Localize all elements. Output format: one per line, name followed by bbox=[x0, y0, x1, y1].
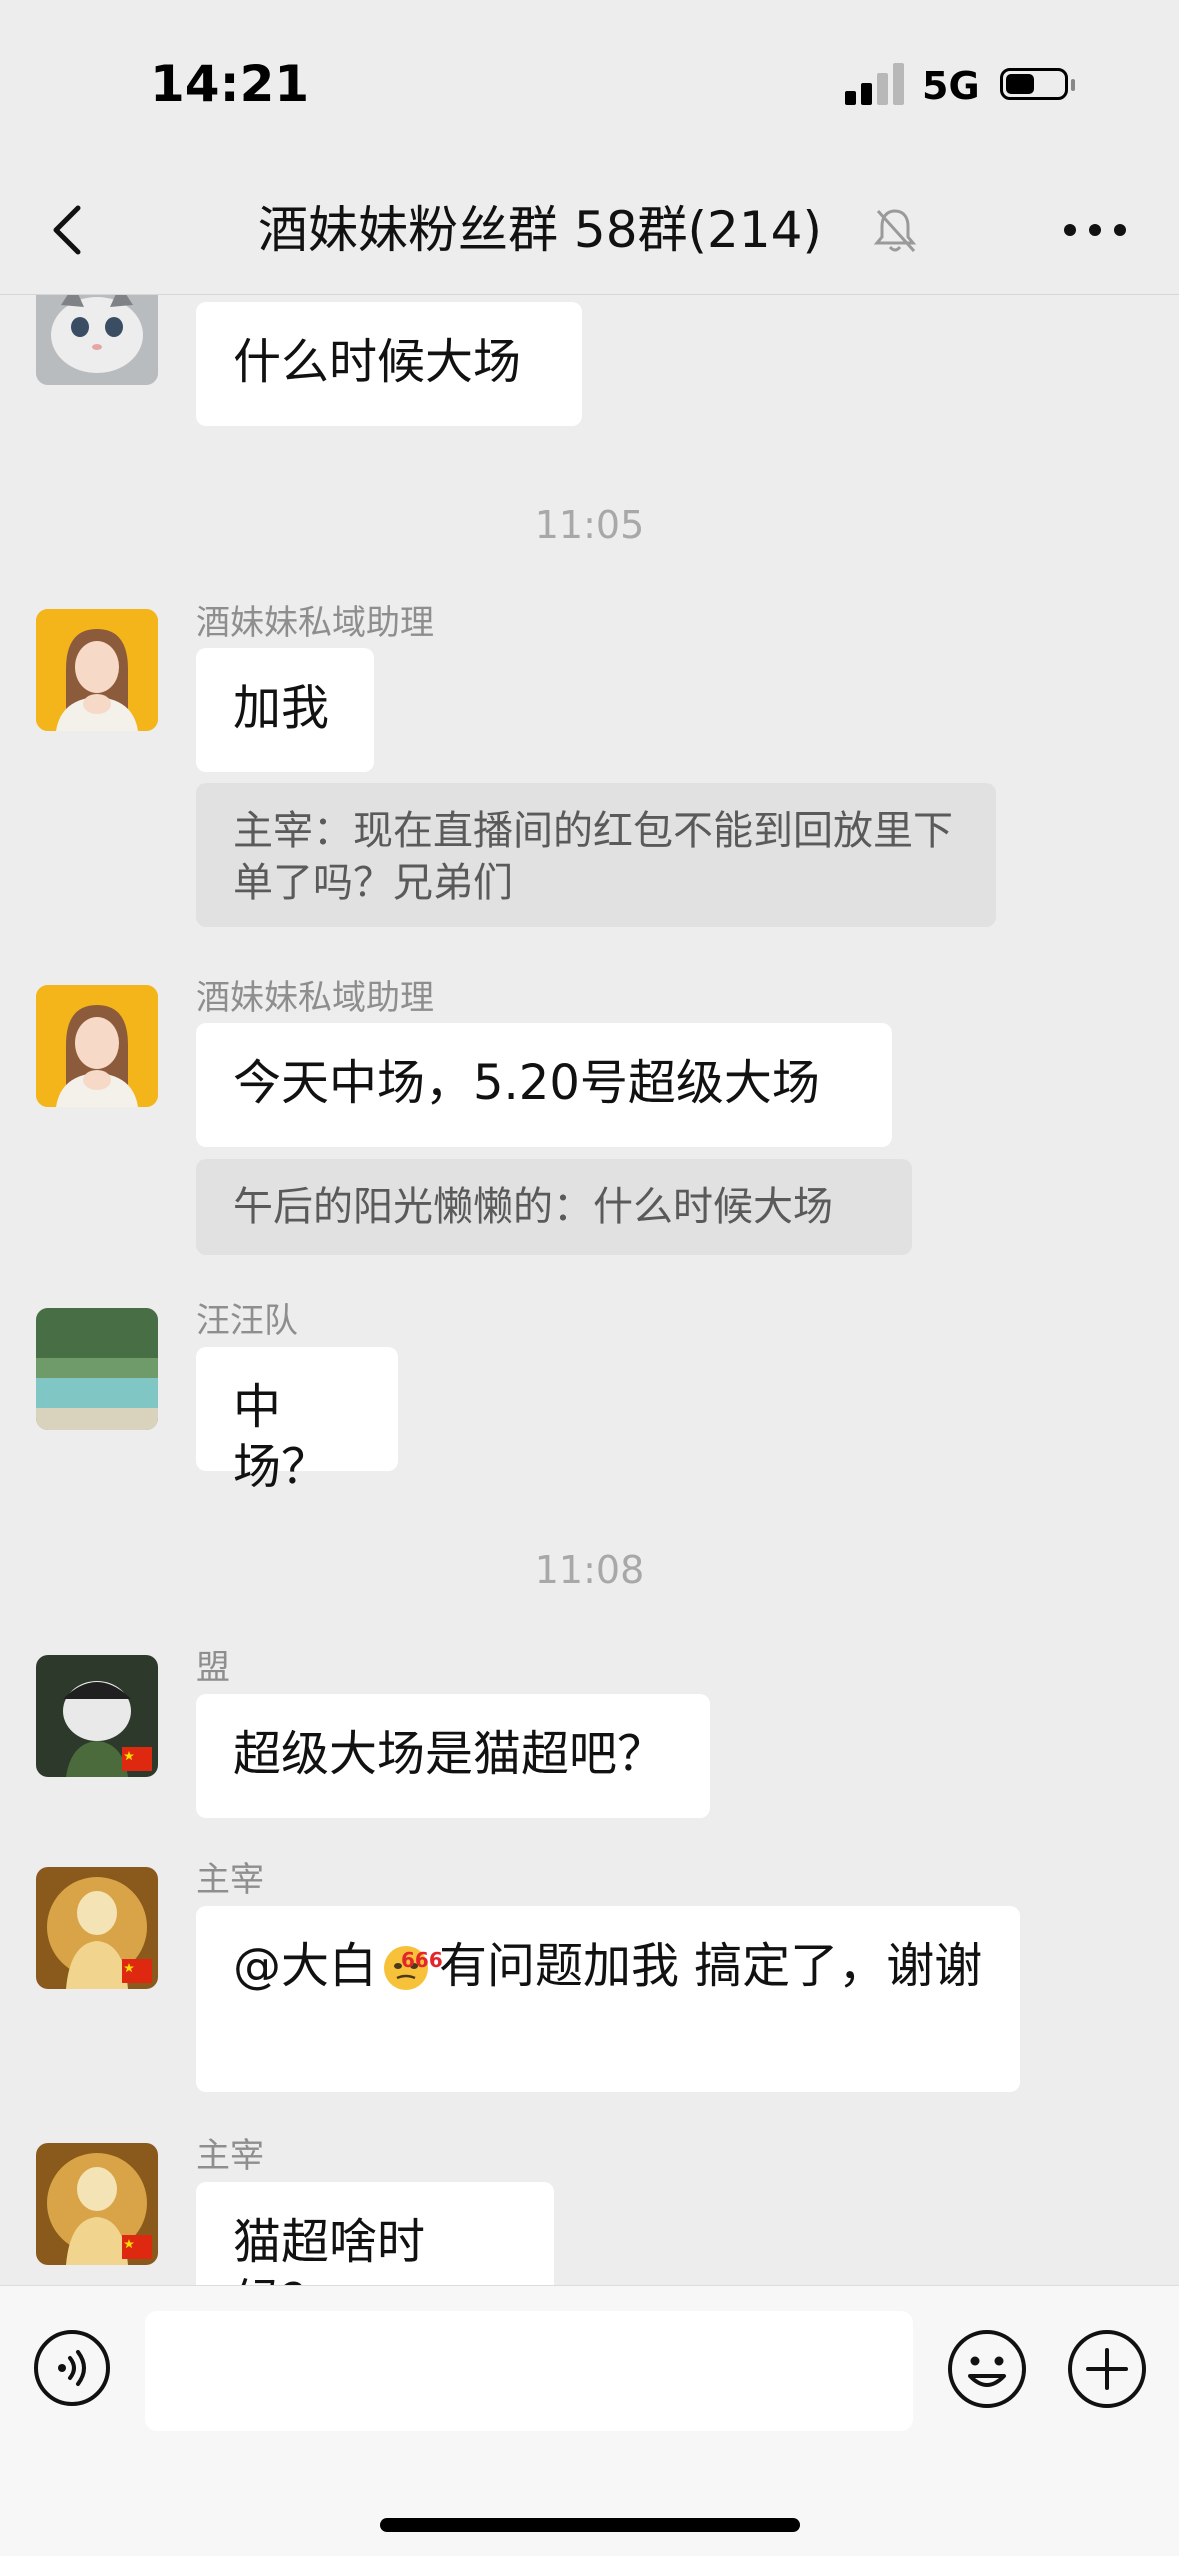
avatar-zhuzai[interactable] bbox=[36, 2143, 158, 2265]
message-text: 今天中场，5.20号超级大场 bbox=[233, 1055, 820, 1111]
sender-name: 主宰 bbox=[196, 1860, 264, 1900]
message-bubble[interactable]: 今天中场，5.20号超级大场 bbox=[196, 1023, 892, 1147]
message-text: 什么时候大场 bbox=[233, 334, 522, 390]
emoji-666-icon: 666 bbox=[377, 1936, 443, 1992]
network-label: 5G bbox=[922, 64, 980, 108]
sender-name: 盟 bbox=[196, 1648, 230, 1688]
bell-off-icon bbox=[872, 205, 918, 255]
chevron-left-icon bbox=[53, 205, 81, 255]
emoji-icon bbox=[948, 2330, 1026, 2408]
china-flag-icon bbox=[122, 1959, 152, 1983]
mention-text[interactable]: @大白 bbox=[233, 1938, 377, 1994]
avatar-meng[interactable] bbox=[36, 1655, 158, 1777]
quoted-message[interactable]: 主宰：现在直播间的红包不能到回放里下单了吗？兄弟们 bbox=[196, 783, 996, 927]
group-title: 酒妹妹粉丝群 58群(214) bbox=[258, 201, 822, 259]
message-text: 超级大场是猫超吧？ bbox=[233, 1726, 666, 1782]
sender-name: 主宰 bbox=[196, 2136, 264, 2176]
back-button[interactable] bbox=[48, 200, 88, 260]
sender-name: 酒妹妹私域助理 bbox=[196, 978, 434, 1018]
message-bubble[interactable]: @大白 666 有问题加我 搞定了，谢谢 bbox=[196, 1906, 1020, 2092]
message-bubble[interactable]: 什么时候大场 bbox=[196, 302, 582, 426]
message-text: 猫超啥时候？ bbox=[233, 2214, 426, 2285]
plus-icon bbox=[1068, 2330, 1146, 2408]
message-bubble[interactable]: 加我 bbox=[196, 648, 374, 772]
more-functions-button[interactable] bbox=[1066, 2328, 1148, 2410]
message-input[interactable] bbox=[145, 2311, 913, 2431]
voice-icon bbox=[34, 2330, 110, 2406]
chat-message-list[interactable]: 什么时候大场 11:05 酒妹妹私域助理 加我 主宰：现在直播间的红包不能到回放… bbox=[0, 295, 1179, 2285]
chat-header: 酒妹妹粉丝群 58群(214) bbox=[0, 170, 1179, 295]
avatar-cat[interactable] bbox=[36, 295, 158, 385]
china-flag-icon bbox=[122, 1747, 152, 1771]
message-text: 加我 bbox=[233, 680, 330, 736]
signal-icon bbox=[845, 63, 905, 105]
quote-text: 午后的阳光懒懒的：什么时候大场 bbox=[233, 1184, 833, 1230]
emoji-button[interactable] bbox=[946, 2328, 1028, 2410]
status-bar: 14:21 5G bbox=[0, 0, 1179, 170]
battery-icon bbox=[1000, 68, 1075, 102]
more-dots-icon bbox=[1064, 224, 1126, 236]
voice-button[interactable] bbox=[32, 2328, 112, 2408]
timestamp: 11:05 bbox=[534, 503, 645, 547]
home-indicator bbox=[380, 2518, 800, 2532]
timestamp: 11:08 bbox=[534, 1548, 645, 1592]
avatar-zhuzai[interactable] bbox=[36, 1867, 158, 1989]
avatar-assistant[interactable] bbox=[36, 609, 158, 731]
input-bar bbox=[0, 2285, 1179, 2556]
avatar-landscape[interactable] bbox=[36, 1308, 158, 1430]
quote-text: 主宰：现在直播间的红包不能到回放里下单了吗？兄弟们 bbox=[233, 808, 953, 906]
message-bubble[interactable]: 超级大场是猫超吧？ bbox=[196, 1694, 710, 1818]
sender-name: 酒妹妹私域助理 bbox=[196, 603, 434, 643]
status-time: 14:21 bbox=[150, 55, 310, 113]
message-text: 有问题加我 搞定了，谢谢 bbox=[439, 1938, 983, 1994]
china-flag-icon bbox=[122, 2235, 152, 2259]
sender-name: 汪汪队 bbox=[196, 1301, 298, 1341]
emoji-badge-text: 666 bbox=[401, 1948, 443, 1972]
message-bubble[interactable]: 中场？ bbox=[196, 1347, 398, 1495]
message-bubble[interactable]: 猫超啥时候？ bbox=[196, 2182, 554, 2285]
more-button[interactable] bbox=[1060, 210, 1130, 250]
quoted-message[interactable]: 午后的阳光懒懒的：什么时候大场 bbox=[196, 1159, 912, 1255]
avatar-assistant[interactable] bbox=[36, 985, 158, 1107]
message-text: 中场？ bbox=[233, 1379, 330, 1495]
